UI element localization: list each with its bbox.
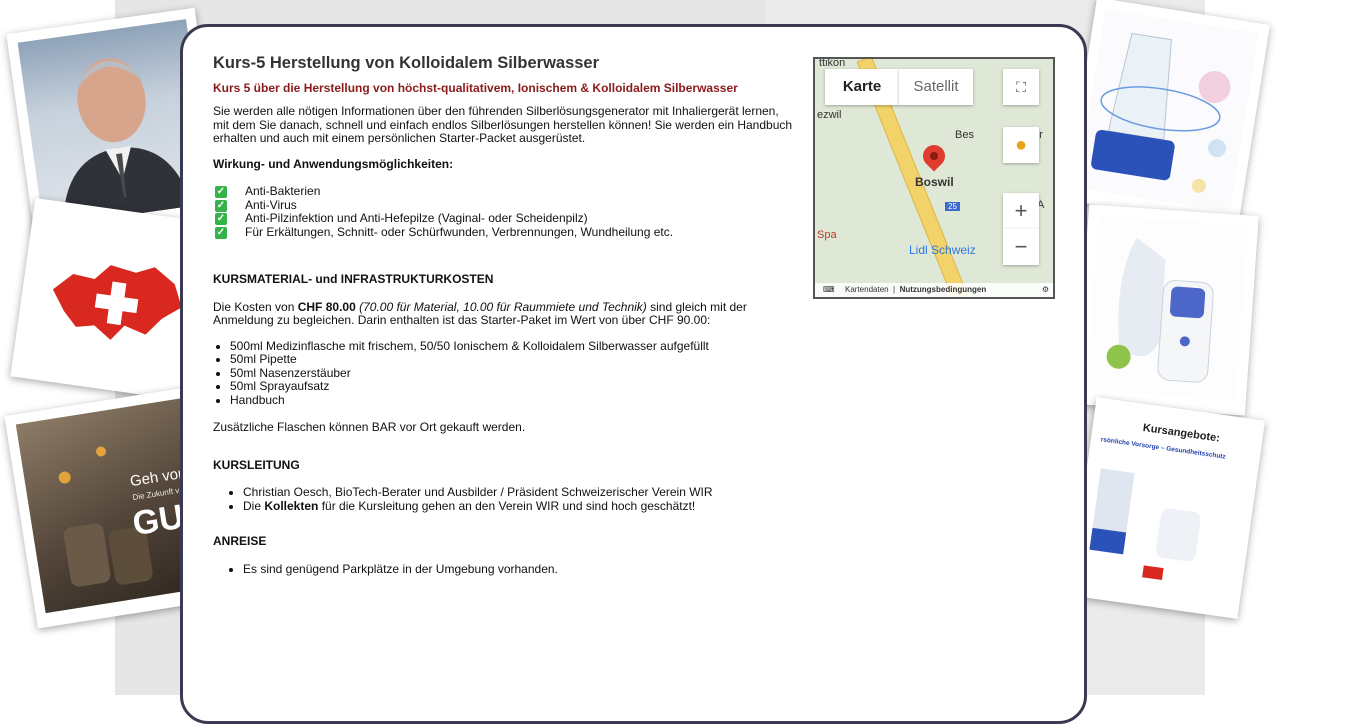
map-main-place-label: Boswil: [915, 175, 954, 189]
map-data-link[interactable]: Kartendaten: [845, 285, 889, 294]
costs-text-part: Die Kosten von: [213, 299, 298, 314]
generator-image: [1091, 32, 1231, 193]
tab-satellite[interactable]: Satellit: [899, 69, 973, 105]
list-item: ✓ Anti-Bakterien: [213, 184, 793, 199]
leitung-list: Christian Oesch, BioTech-Berater und Aus…: [213, 485, 793, 514]
list-item: 50ml Sprayaufsatz: [230, 379, 793, 394]
starter-package-list: 500ml Medizinflasche mit frischem, 50/50…: [213, 339, 793, 408]
list-item: 50ml Nasenzerstäuber: [230, 366, 793, 381]
costs-text: Die Kosten von CHF 80.00 (70.00 für Mate…: [213, 299, 793, 328]
list-item: 50ml Pipette: [230, 352, 793, 367]
inhaler-photo: [1075, 204, 1259, 416]
fullscreen-icon[interactable]: ⛶: [1003, 69, 1039, 105]
checkmark-icon: ✓: [215, 213, 227, 225]
anreise-list: Es sind genügend Parkplätze in der Umgeb…: [213, 562, 793, 577]
map-place-label: ezwil: [817, 109, 842, 121]
list-item: Die Kollekten für die Kursleitung gehen …: [243, 498, 793, 514]
effects-heading: Wirkung- und Anwendungsmöglichkeiten:: [213, 156, 454, 171]
map-poi-label[interactable]: Lidl Schweiz: [909, 243, 976, 257]
extra-bottles-text: Zusätzliche Flaschen können BAR vor Ort …: [213, 420, 526, 434]
zoom-in-button[interactable]: +: [1003, 193, 1039, 229]
effects-list: ✓ Anti-Bakterien ✓ Anti-Virus ✓ Anti-Pilzin…: [213, 184, 793, 240]
anreise-heading: ANREISE: [213, 534, 267, 548]
keyboard-icon[interactable]: ⌨: [823, 283, 835, 297]
list-item: Christian Oesch, BioTech-Berater und Aus…: [243, 485, 793, 500]
course-offer-flyer-photo: Kursangebote: rsönliche Vorsorge – Gesun…: [1068, 397, 1266, 619]
flyer-image: [1089, 468, 1201, 580]
location-pin-icon[interactable]: [918, 140, 950, 172]
kollekten-bold: Kollekten: [264, 498, 319, 513]
intro-text: Sie werden alle nötigen Informationen üb…: [213, 104, 793, 145]
checkmark-icon: ✓: [215, 186, 227, 198]
map-place-label: ttikon: [819, 57, 846, 69]
costs-heading: KURSMATERIAL- und INFRASTRUKTURKOSTEN: [213, 272, 494, 286]
list-item: Es sind genügend Parkplätze in der Umgeb…: [243, 562, 793, 577]
list-item: Handbuch: [230, 393, 793, 408]
tab-map[interactable]: Karte: [825, 69, 899, 105]
list-item: ✓ Für Erkältungen, Schnitt- oder Schürfwu…: [213, 224, 793, 240]
road-number-badge: 25: [945, 202, 960, 211]
leitung-text-part: Die: [243, 498, 265, 513]
effect-label: Anti-Bakterien: [245, 184, 321, 198]
course-subtitle: Kurs 5 über die Herstellung von höchst-q…: [213, 80, 738, 95]
map-footer: ⌨ Kartendaten | Nutzungsbedingungen ⚙: [815, 283, 1053, 297]
map-place-label: Bes: [955, 129, 974, 141]
pegman-icon[interactable]: ●: [1003, 127, 1039, 163]
leitung-heading: KURSLEITUNG: [213, 457, 300, 472]
effect-label: Anti-Virus: [245, 197, 297, 212]
costs-breakdown: (70.00 für Material, 10.00 für Raummiete…: [359, 299, 647, 314]
list-item: ✓ Anti-Virus: [213, 197, 793, 213]
effect-label: Anti-Pilzinfektion und Anti-Hefepilze (V…: [245, 211, 588, 225]
course-card: Kurs-5 Herstellung von Kolloidalem Silbe…: [180, 24, 1087, 724]
page-title: Kurs-5 Herstellung von Kolloidalem Silbe…: [213, 54, 600, 72]
silver-generator-photo: [1065, 0, 1270, 228]
course-content: Kurs-5 Herstellung von Kolloidalem Silbe…: [213, 54, 793, 598]
zoom-out-button[interactable]: −: [1003, 229, 1039, 265]
checkmark-icon: ✓: [215, 226, 227, 239]
checkmark-icon: ✓: [215, 199, 227, 212]
settings-icon[interactable]: ⚙: [1042, 283, 1049, 297]
effect-label: Für Erkältungen, Schnitt- oder Schürfwun…: [245, 224, 674, 239]
map-place-label: Spa: [817, 229, 837, 241]
costs-price: CHF 80.00: [297, 299, 356, 314]
inhaler-image: [1106, 237, 1214, 383]
list-item: 500ml Medizinflasche mit frischem, 50/50…: [230, 339, 793, 354]
embedded-google-map[interactable]: ttikon ezwil Bes er A Spa Boswil 25 Lidl…: [813, 57, 1055, 299]
terms-link[interactable]: Nutzungsbedingungen: [900, 285, 987, 294]
list-item: ✓ Anti-Pilzinfektion und Anti-Hefepilze (…: [213, 211, 793, 226]
leitung-text-part: für die Kursleitung gehen an den Verein …: [318, 498, 696, 513]
